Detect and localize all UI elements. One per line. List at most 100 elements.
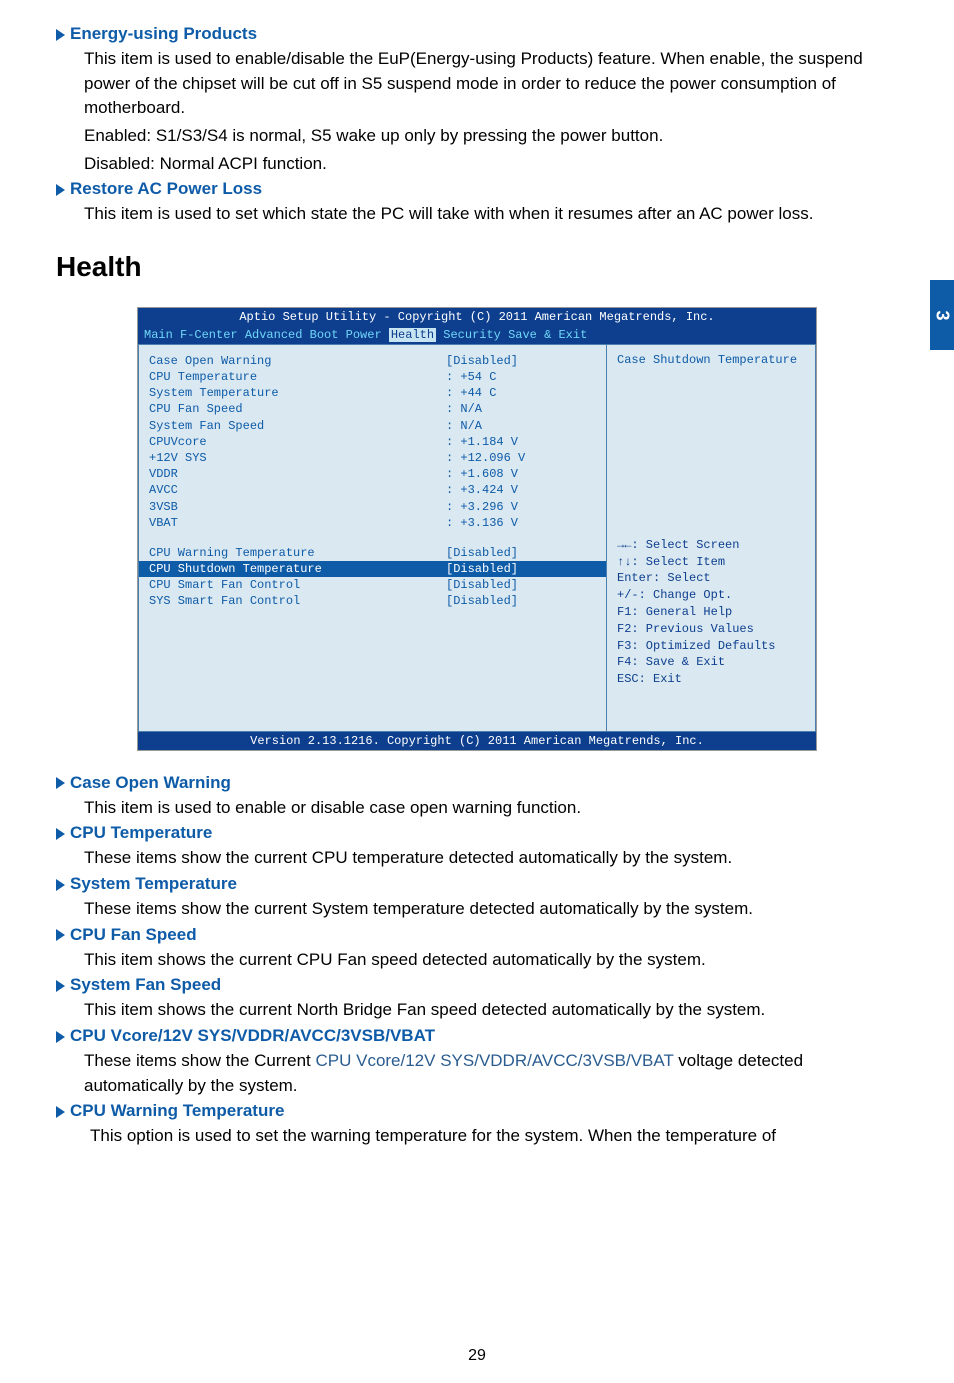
triangle-right-icon [56,828,65,840]
page-tab-number: 3 [931,310,952,320]
bios-setting-value: : +3.296 V [446,499,596,515]
bios-setting-label: SYS Smart Fan Control [149,593,446,609]
bios-setting-label: CPU Shutdown Temperature [149,561,446,577]
bios-setting-value: [Disabled] [446,593,596,609]
bios-setting-label: CPU Smart Fan Control [149,577,446,593]
triangle-right-icon [56,980,65,992]
bios-setting-label: CPU Temperature [149,369,446,385]
section-restore-ac: Restore AC Power Loss [56,179,898,199]
bios-setting-row[interactable]: VDDR: +1.608 V [149,466,596,482]
bios-setting-value: : N/A [446,418,596,434]
bios-screenshot: Aptio Setup Utility - Copyright (C) 2011… [137,307,817,751]
bios-header: Aptio Setup Utility - Copyright (C) 2011… [138,308,816,326]
bios-help-line: F3: Optimized Defaults [617,638,805,655]
triangle-right-icon [56,777,65,789]
section-cpu-fan: CPU Fan Speed [56,925,898,945]
bios-help-line: F2: Previous Values [617,621,805,638]
body-text: This option is used to set the warning t… [90,1124,898,1149]
bios-setting-row[interactable]: SYS Smart Fan Control[Disabled] [149,593,596,609]
bios-setting-value: : +1.608 V [446,466,596,482]
heading-text: CPU Fan Speed [70,925,197,944]
bios-left-panel: Case Open Warning[Disabled]CPU Temperatu… [138,344,606,732]
body-text: This item is used to enable/disable the … [84,47,898,121]
bios-right-panel: Case Shutdown Temperature →←: Select Scr… [606,344,816,732]
section-sys-temp: System Temperature [56,874,898,894]
bios-setting-label: Case Open Warning [149,353,446,369]
bios-menu-items[interactable]: Security Save & Exit [436,328,587,342]
bios-setting-row[interactable]: +12V SYS: +12.096 V [149,450,596,466]
bios-setting-row[interactable]: Case Open Warning[Disabled] [149,353,596,369]
heading-text: System Temperature [70,874,237,893]
body-text: This item is used to enable or disable c… [84,796,898,821]
bios-setting-value: : +3.424 V [446,482,596,498]
heading-text: Energy-using Products [70,24,257,43]
bios-setting-row[interactable]: System Temperature: +44 C [149,385,596,401]
health-heading: Health [56,251,898,283]
section-energy-products: Energy-using Products [56,24,898,44]
heading-text: CPU Warning Temperature [70,1101,284,1120]
bios-help-description: Case Shutdown Temperature [617,353,805,367]
bios-setting-value: : +54 C [446,369,596,385]
section-vcore: CPU Vcore/12V SYS/VDDR/AVCC/3VSB/VBAT [56,1026,898,1046]
section-cpu-temp: CPU Temperature [56,823,898,843]
triangle-right-icon [56,929,65,941]
bios-menu-items[interactable]: Main F-Center Advanced Boot Power [144,328,382,342]
bios-footer: Version 2.13.1216. Copyright (C) 2011 Am… [138,732,816,750]
bios-setting-row[interactable]: CPUVcore: +1.184 V [149,434,596,450]
bios-setting-value: : +12.096 V [446,450,596,466]
section-sys-fan: System Fan Speed [56,975,898,995]
bios-help-line: F4: Save & Exit [617,654,805,671]
bios-setting-value: : +44 C [446,385,596,401]
bios-setting-label: CPU Warning Temperature [149,545,446,561]
bios-help-line: +/-: Change Opt. [617,587,805,604]
bios-setting-value: : +3.136 V [446,515,596,531]
body-text: These items show the current System temp… [84,897,898,922]
triangle-right-icon [56,879,65,891]
heading-text: CPU Vcore/12V SYS/VDDR/AVCC/3VSB/VBAT [70,1026,435,1045]
body-text: This item shows the current CPU Fan spee… [84,948,898,973]
page-content: Energy-using Products This item is used … [0,0,954,1149]
bios-body: Case Open Warning[Disabled]CPU Temperatu… [138,344,816,732]
heading-text: Restore AC Power Loss [70,179,262,198]
triangle-right-icon [56,29,65,41]
bios-setting-label: VBAT [149,515,446,531]
bios-setting-row[interactable]: CPU Warning Temperature[Disabled] [149,545,596,561]
bios-help-line: Enter: Select [617,570,805,587]
bios-setting-row[interactable]: CPU Smart Fan Control[Disabled] [149,577,596,593]
bios-setting-label: CPU Fan Speed [149,401,446,417]
page-tab: 3 [930,280,954,350]
bios-setting-value: : +1.184 V [446,434,596,450]
bios-setting-row[interactable]: System Fan Speed: N/A [149,418,596,434]
body-text: This item shows the current North Bridge… [84,998,898,1023]
bios-setting-row[interactable]: CPU Temperature: +54 C [149,369,596,385]
body-text: This item is used to set which state the… [84,202,898,227]
bios-setting-row[interactable]: 3VSB: +3.296 V [149,499,596,515]
triangle-right-icon [56,184,65,196]
bios-help-line: ESC: Exit [617,671,805,688]
bios-help-line: ↑↓: Select Item [617,554,805,571]
bios-setting-row[interactable]: CPU Fan Speed: N/A [149,401,596,417]
body-text: Enabled: S1/S3/S4 is normal, S5 wake up … [84,124,898,149]
bios-help-line: F1: General Help [617,604,805,621]
bios-setting-value: [Disabled] [446,561,596,577]
triangle-right-icon [56,1031,65,1043]
bios-setting-label: AVCC [149,482,446,498]
bios-setting-label: System Fan Speed [149,418,446,434]
bios-setting-value: [Disabled] [446,353,596,369]
heading-text: Case Open Warning [70,773,231,792]
bios-help-line: →←: Select Screen [617,537,805,554]
body-text: Disabled: Normal ACPI function. [84,152,898,177]
bios-setting-label: +12V SYS [149,450,446,466]
heading-text: CPU Temperature [70,823,212,842]
bios-setting-label: 3VSB [149,499,446,515]
body-text: These items show the Current CPU Vcore/1… [84,1049,898,1098]
bios-setting-label: System Temperature [149,385,446,401]
section-case-open: Case Open Warning [56,773,898,793]
bios-setting-row[interactable]: CPU Shutdown Temperature[Disabled] [139,561,606,577]
bios-setting-value: : N/A [446,401,596,417]
page-number: 29 [0,1347,954,1365]
section-cpu-warning: CPU Warning Temperature [56,1101,898,1121]
bios-setting-row[interactable]: AVCC: +3.424 V [149,482,596,498]
bios-setting-row[interactable]: VBAT: +3.136 V [149,515,596,531]
bios-menu-active[interactable]: Health [389,328,436,342]
